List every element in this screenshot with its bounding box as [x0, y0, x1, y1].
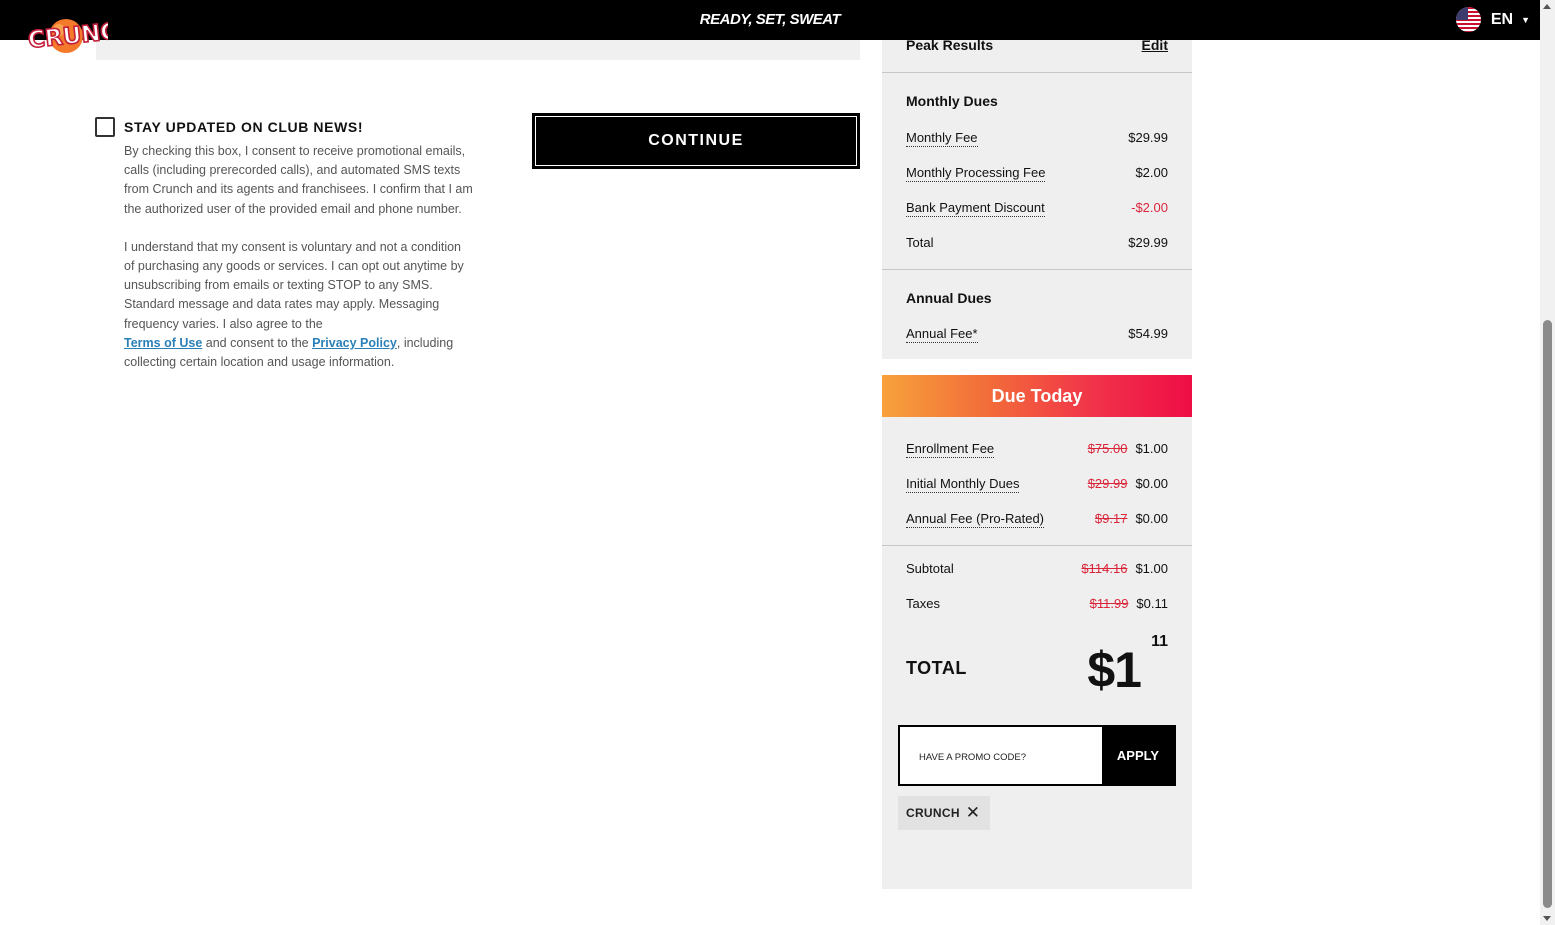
scroll-up-icon[interactable] — [1543, 4, 1551, 9]
monthly-fee-label[interactable]: Monthly Fee — [906, 130, 978, 147]
order-summary: Peak Results Edit Monthly Dues Monthly F… — [882, 37, 1192, 359]
promo-code-form: HAVE A PROMO CODE? APPLY — [898, 725, 1176, 786]
annual-fee-row: Annual Fee* $54.99 — [906, 326, 1168, 343]
subtotal-value: $1.00 — [1135, 561, 1168, 576]
subtotal-label: Subtotal — [906, 561, 954, 576]
continue-button[interactable]: CONTINUE — [532, 113, 860, 169]
page-scrollbar[interactable] — [1540, 0, 1555, 925]
processing-fee-row: Monthly Processing Fee $2.00 — [906, 165, 1168, 182]
annual-fee-label[interactable]: Annual Fee* — [906, 326, 978, 343]
applied-promo-chip: CRUNCH ✕ — [898, 796, 991, 830]
total-label: TOTAL — [906, 658, 967, 678]
club-news-checkbox[interactable] — [95, 117, 115, 137]
us-flag-icon — [1455, 7, 1481, 32]
taxes-label: Taxes — [906, 596, 940, 611]
language-code: EN — [1490, 10, 1514, 28]
processing-fee-label[interactable]: Monthly Processing Fee — [906, 165, 1046, 182]
scroll-down-icon[interactable] — [1543, 916, 1551, 921]
processing-fee-value: $2.00 — [1135, 165, 1168, 180]
promo-code-input[interactable]: HAVE A PROMO CODE? — [900, 727, 1102, 784]
subtotal-original: $114.16 — [1081, 561, 1128, 576]
bank-discount-value: -$2.00 — [1131, 200, 1168, 215]
bank-discount-label[interactable]: Bank Payment Discount — [906, 200, 1045, 217]
form-panel-bottom — [96, 40, 860, 60]
subtotal-row: Subtotal $114.16 $1.00 — [906, 561, 1168, 576]
initial-dues-row: Initial Monthly Dues $29.99 $0.00 — [906, 476, 1168, 493]
grand-total: TOTAL $1 11 — [906, 633, 1168, 705]
privacy-policy-link[interactable]: Privacy Policy — [312, 336, 397, 350]
taxes-row: Taxes $11.99 $0.11 — [906, 596, 1168, 611]
annual-prorated-label[interactable]: Annual Fee (Pro-Rated) — [906, 511, 1045, 528]
divider — [882, 269, 1192, 270]
consent-paragraph-1: By checking this box, I consent to recei… — [124, 144, 473, 216]
due-today-banner: Due Today — [882, 375, 1192, 418]
top-bar: READY, SET, SWEAT EN ▼ — [0, 0, 1540, 40]
annual-fee-value: $54.99 — [1128, 326, 1168, 341]
annual-prorated-original: $9.17 — [1094, 511, 1128, 526]
total-dollars: $1 — [1087, 642, 1142, 698]
language-selector[interactable]: EN ▼ — [1455, 7, 1530, 32]
taxes-original: $11.99 — [1089, 596, 1129, 611]
scrollbar-thumb[interactable] — [1543, 320, 1552, 908]
annual-dues-title: Annual Dues — [906, 290, 992, 306]
enrollment-fee-label[interactable]: Enrollment Fee — [906, 441, 995, 458]
annual-prorated-row: Annual Fee (Pro-Rated) $9.17 $0.00 — [906, 511, 1168, 528]
initial-dues-original: $29.99 — [1087, 476, 1128, 491]
bank-discount-row: Bank Payment Discount -$2.00 — [906, 200, 1168, 217]
apply-promo-button[interactable]: APPLY — [1102, 727, 1174, 784]
enrollment-fee-value: $1.00 — [1135, 441, 1168, 456]
header-tagline: READY, SET, SWEAT — [699, 11, 841, 28]
crunch-logo[interactable]: CRUNCH — [24, 6, 138, 62]
terms-of-use-link[interactable]: Terms of Use — [124, 336, 202, 350]
taxes-value: $0.11 — [1136, 596, 1168, 611]
total-cents: 11 — [1151, 633, 1168, 650]
monthly-fee-value: $29.99 — [1128, 130, 1168, 145]
consent-paragraph-2: I understand that my consent is voluntar… — [124, 239, 464, 370]
monthly-dues-title: Monthly Dues — [906, 93, 998, 109]
monthly-total-value: $29.99 — [1128, 235, 1168, 250]
monthly-total-label: Total — [906, 235, 934, 250]
consent-text: By checking this box, I consent to recei… — [124, 142, 474, 372]
due-today-summary: Enrollment Fee $75.00 $1.00 Initial Month… — [882, 417, 1192, 889]
monthly-total-row: Total $29.99 — [906, 235, 1168, 250]
enrollment-fee-row: Enrollment Fee $75.00 $1.00 — [906, 441, 1168, 458]
initial-dues-value: $0.00 — [1135, 476, 1168, 491]
monthly-fee-row: Monthly Fee $29.99 — [906, 130, 1168, 147]
chevron-down-icon: ▼ — [1521, 14, 1530, 25]
enrollment-fee-original: $75.00 — [1087, 441, 1128, 456]
annual-prorated-value: $0.00 — [1135, 511, 1168, 526]
applied-promo-code: CRUNCH — [906, 806, 960, 820]
remove-promo-close-icon[interactable]: ✕ — [966, 803, 981, 823]
consent-title: STAY UPDATED ON CLUB NEWS! — [124, 119, 364, 135]
divider — [882, 545, 1192, 546]
initial-dues-label[interactable]: Initial Monthly Dues — [906, 476, 1020, 493]
divider — [882, 72, 1192, 73]
